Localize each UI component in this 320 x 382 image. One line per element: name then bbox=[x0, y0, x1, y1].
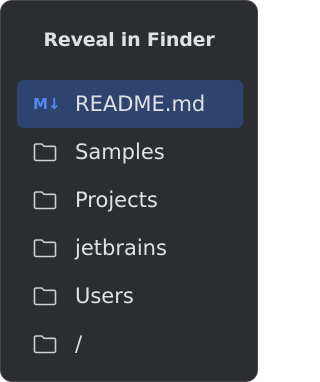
folder-icon bbox=[33, 283, 63, 309]
list-item-jetbrains[interactable]: jetbrains bbox=[17, 224, 243, 272]
folder-icon bbox=[33, 331, 63, 357]
folder-icon bbox=[33, 235, 63, 261]
popup-title: Reveal in Finder bbox=[43, 29, 215, 51]
folder-icon bbox=[33, 187, 63, 213]
list-item-readme[interactable]: M↓ README.md bbox=[17, 80, 243, 128]
markdown-glyph: M↓ bbox=[33, 95, 61, 113]
markdown-file-icon: M↓ bbox=[33, 91, 63, 117]
list-item-label: README.md bbox=[75, 92, 206, 116]
path-list: M↓ README.md Samples Projects jetbrains bbox=[17, 80, 243, 368]
list-item-projects[interactable]: Projects bbox=[17, 176, 243, 224]
list-item-users[interactable]: Users bbox=[17, 272, 243, 320]
list-item-label: Users bbox=[75, 284, 134, 308]
list-item-root[interactable]: / bbox=[17, 320, 243, 368]
reveal-in-finder-popup: Reveal in Finder M↓ README.md Samples Pr… bbox=[0, 0, 258, 382]
list-item-label: Samples bbox=[75, 140, 165, 164]
list-item-label: Projects bbox=[75, 188, 158, 212]
list-item-label: jetbrains bbox=[75, 236, 167, 260]
list-item-label: / bbox=[75, 332, 83, 356]
list-item-samples[interactable]: Samples bbox=[17, 128, 243, 176]
folder-icon bbox=[33, 139, 63, 165]
